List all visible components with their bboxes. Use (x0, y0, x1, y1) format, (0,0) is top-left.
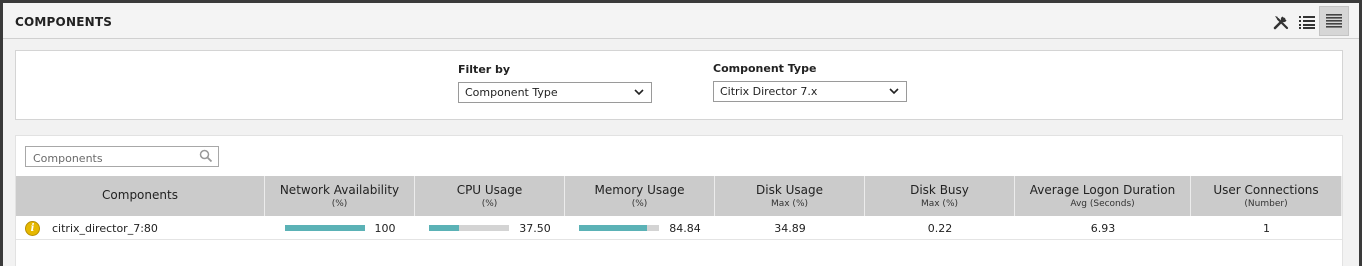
cell-avg-logon-duration: 6.93 (1015, 216, 1191, 240)
filter-panel: Filter by Component Type Component Type … (15, 50, 1343, 120)
network-availability-bar-fill (284, 225, 365, 231)
cell-cpu-usage: 37.50 (415, 216, 565, 240)
filter-by-label: Filter by (458, 63, 511, 76)
chevron-down-icon (889, 88, 899, 95)
memory-usage-value: 84.84 (669, 221, 701, 235)
column-header-cpu-usage[interactable]: CPU Usage (%) (415, 176, 565, 216)
search-icon[interactable] (199, 149, 213, 163)
filter-by-value: Component Type (465, 86, 558, 99)
disk-usage-value: 34.89 (774, 221, 806, 235)
column-header-disk-busy[interactable]: Disk Busy Max (%) (865, 176, 1015, 216)
cell-user-connections: 1 (1191, 216, 1342, 240)
component-type-value: Citrix Director 7.x (720, 85, 818, 98)
cpu-usage-value: 37.50 (519, 221, 551, 235)
tools-icon[interactable] (1268, 9, 1294, 35)
cell-network-availability: 100 (265, 216, 415, 240)
cell-component-name[interactable]: i citrix_director_7:80 (16, 216, 265, 240)
component-type-select[interactable]: Citrix Director 7.x (713, 81, 907, 102)
memory-usage-bar (579, 225, 660, 231)
avg-logon-duration-value: 6.93 (1090, 221, 1116, 235)
detail-view-icon[interactable] (1319, 6, 1349, 36)
user-connections-value: 1 (1263, 221, 1270, 235)
column-header-disk-usage[interactable]: Disk Usage Max (%) (715, 176, 865, 216)
cell-disk-busy: 0.22 (865, 216, 1015, 240)
cell-disk-usage: 34.89 (715, 216, 865, 240)
filter-by-select[interactable]: Component Type (458, 82, 652, 103)
cpu-usage-bar (429, 225, 510, 231)
search-input[interactable] (26, 149, 196, 168)
cpu-usage-bar-fill (429, 225, 460, 231)
components-table-panel: Components Network Availability (%) CPU … (15, 135, 1343, 266)
memory-usage-bar-fill (579, 225, 648, 231)
network-availability-bar (284, 225, 365, 231)
table-header: Components Network Availability (%) CPU … (16, 176, 1342, 216)
chevron-down-icon (634, 89, 644, 96)
components-search[interactable] (25, 146, 219, 168)
column-header-average-logon-duration[interactable]: Average Logon Duration Avg (Seconds) (1015, 176, 1191, 216)
column-header-user-connections[interactable]: User Connections (Number) (1191, 176, 1342, 216)
disk-busy-value: 0.22 (927, 221, 953, 235)
cell-memory-usage: 84.84 (565, 216, 715, 240)
column-header-memory-usage[interactable]: Memory Usage (%) (565, 176, 715, 216)
table-row[interactable]: i citrix_director_7:80 100 37.50 84.84 3… (16, 216, 1342, 240)
list-view-icon[interactable] (1294, 9, 1320, 35)
network-availability-value: 100 (374, 221, 396, 235)
panel-header: COMPONENTS (3, 3, 1359, 39)
panel-title: COMPONENTS (15, 15, 113, 29)
component-name[interactable]: citrix_director_7:80 (52, 222, 158, 235)
info-icon: i (25, 220, 40, 236)
column-header-components[interactable]: Components (16, 176, 265, 216)
component-type-label: Component Type (713, 62, 817, 75)
column-header-network-availability[interactable]: Network Availability (%) (265, 176, 415, 216)
